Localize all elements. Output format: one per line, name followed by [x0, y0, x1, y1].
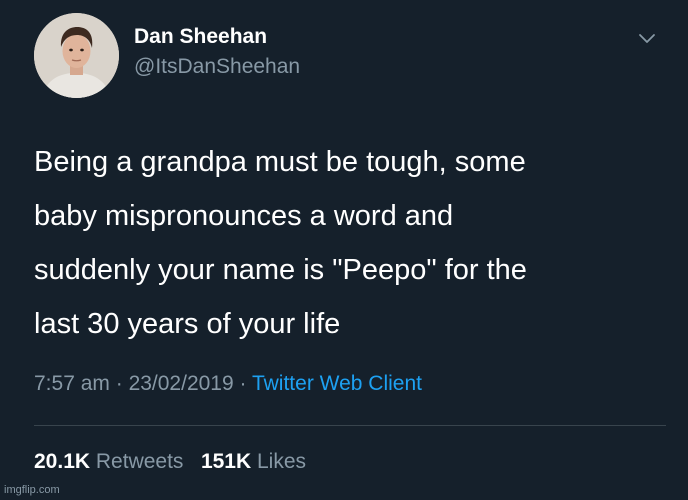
retweets-label[interactable]: Retweets — [96, 450, 184, 473]
tweet-text-line: baby mispronounces a word and — [34, 200, 454, 232]
tweet-text: Being a grandpa must be tough, some baby… — [34, 135, 634, 351]
likes-label[interactable]: Likes — [257, 450, 306, 473]
avatar[interactable] — [34, 13, 119, 98]
user-handle[interactable]: @ItsDanSheehan — [134, 55, 300, 79]
tweet-client-link[interactable]: Twitter Web Client — [252, 372, 422, 395]
tweet-text-line: suddenly your name is "Peepo" for the — [34, 254, 527, 286]
meta-separator: · — [233, 372, 252, 395]
tweet-card: Dan Sheehan @ItsDanSheehan Being a grand… — [0, 0, 688, 500]
tweet-stats: 20.1K Retweets 151K Likes — [34, 450, 306, 474]
tweet-text-line: Being a grandpa must be tough, some — [34, 146, 526, 178]
divider — [34, 425, 666, 426]
tweet-time[interactable]: 7:57 am — [34, 372, 110, 395]
meta-separator: · — [109, 372, 129, 395]
tweet-date[interactable]: 23/02/2019 — [129, 372, 234, 395]
display-name[interactable]: Dan Sheehan — [134, 25, 267, 49]
chevron-down-icon[interactable] — [636, 32, 658, 46]
tweet-meta: 7:57 am · 23/02/2019 · Twitter Web Clien… — [34, 372, 422, 396]
retweets-count[interactable]: 20.1K — [34, 450, 90, 473]
tweet-text-line: last 30 years of your life — [34, 308, 341, 340]
likes-count[interactable]: 151K — [201, 450, 251, 473]
profile-photo — [34, 13, 119, 98]
watermark: imgflip.com — [4, 484, 60, 496]
